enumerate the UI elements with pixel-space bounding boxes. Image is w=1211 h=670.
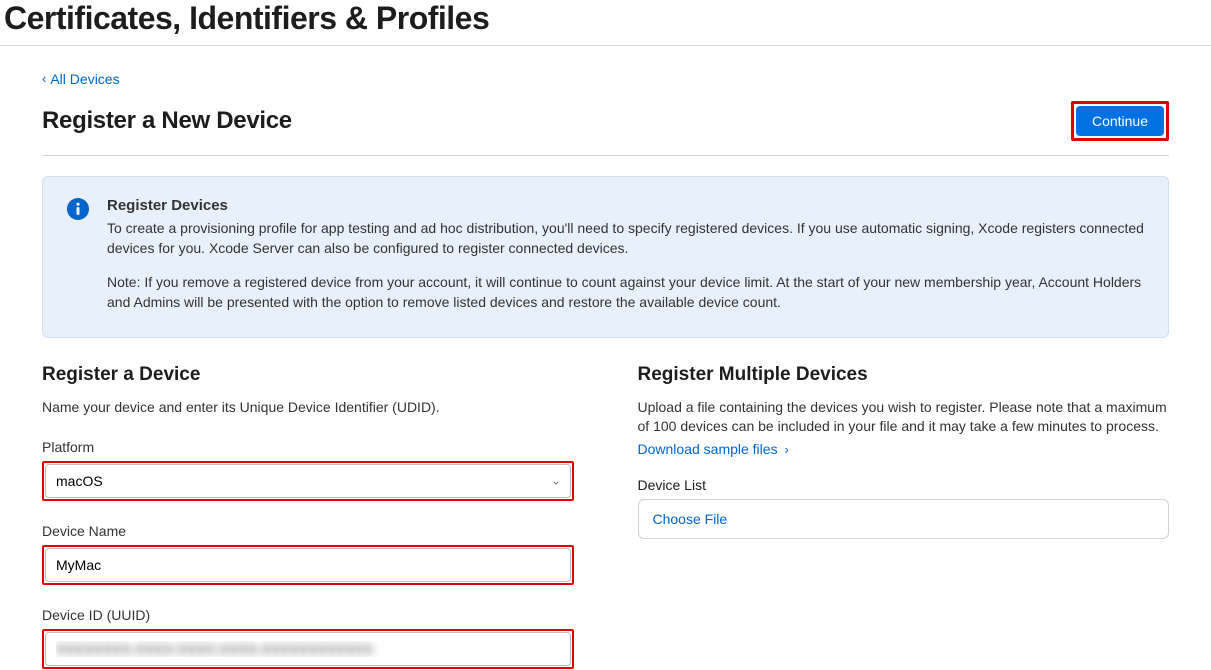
- device-id-input[interactable]: [45, 632, 571, 666]
- platform-field: Platform macOS ⌄: [42, 439, 574, 501]
- chevron-left-icon: ‹: [42, 71, 46, 86]
- page-title: Certificates, Identifiers & Profiles: [0, 0, 1211, 46]
- platform-label: Platform: [42, 439, 574, 455]
- info-paragraph-2: Note: If you remove a registered device …: [107, 272, 1144, 313]
- back-link-label: All Devices: [50, 71, 119, 87]
- info-banner: Register Devices To create a provisionin…: [42, 176, 1169, 338]
- choose-file-link[interactable]: Choose File: [653, 511, 728, 527]
- multi-title: Register Multiple Devices: [638, 364, 1170, 386]
- device-list-label: Device List: [638, 477, 1170, 493]
- header-row: Register a New Device Continue: [42, 101, 1169, 156]
- platform-select[interactable]: macOS: [45, 464, 571, 498]
- info-paragraph-1: To create a provisioning profile for app…: [107, 218, 1144, 259]
- device-name-field: Device Name: [42, 523, 574, 585]
- chevron-right-icon: ›: [784, 442, 788, 457]
- register-single-column: Register a Device Name your device and e…: [42, 364, 574, 670]
- info-title: Register Devices: [107, 197, 1144, 214]
- device-name-label: Device Name: [42, 523, 574, 539]
- multi-desc: Upload a file containing the devices you…: [638, 398, 1170, 437]
- info-icon: [67, 198, 89, 220]
- single-desc: Name your device and enter its Unique De…: [42, 398, 574, 418]
- info-content: Register Devices To create a provisionin…: [107, 197, 1144, 313]
- device-id-field: Device ID (UUID): [42, 607, 574, 669]
- back-link-all-devices[interactable]: ‹ All Devices: [42, 71, 120, 87]
- device-id-label: Device ID (UUID): [42, 607, 574, 623]
- file-upload-box[interactable]: Choose File: [638, 499, 1170, 539]
- device-name-input[interactable]: [45, 548, 571, 582]
- continue-button[interactable]: Continue: [1076, 106, 1164, 136]
- device-name-highlight: [42, 545, 574, 585]
- continue-highlight: Continue: [1071, 101, 1169, 141]
- single-title: Register a Device: [42, 364, 574, 386]
- columns: Register a Device Name your device and e…: [42, 364, 1169, 670]
- download-sample-link[interactable]: Download sample files ›: [638, 441, 789, 457]
- subpage-title: Register a New Device: [42, 107, 292, 135]
- platform-highlight: macOS ⌄: [42, 461, 574, 501]
- device-id-highlight: [42, 629, 574, 669]
- download-sample-label: Download sample files: [638, 441, 778, 457]
- register-multiple-column: Register Multiple Devices Upload a file …: [638, 364, 1170, 670]
- main-content: ‹ All Devices Register a New Device Cont…: [0, 46, 1211, 669]
